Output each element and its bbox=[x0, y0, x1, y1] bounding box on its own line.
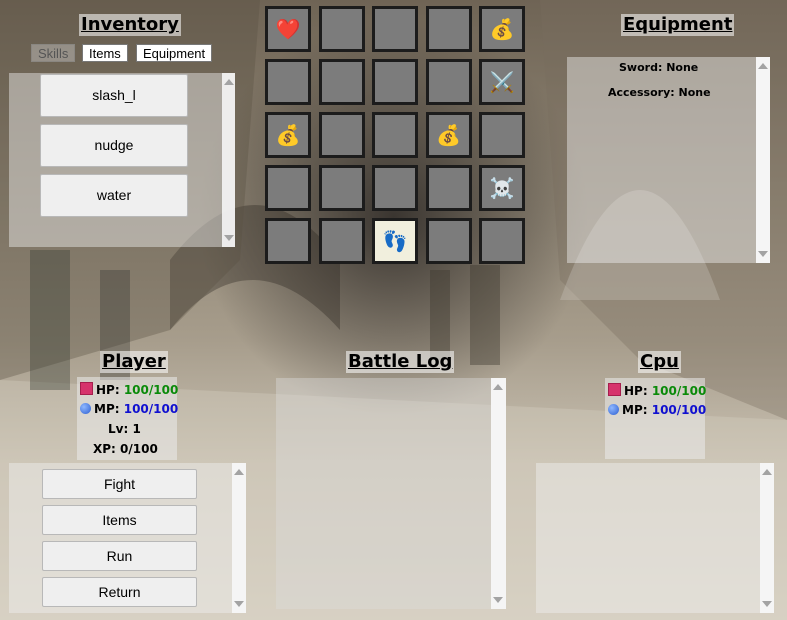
mp-label: MP: bbox=[94, 402, 120, 416]
footprints-icon: 👣 bbox=[382, 229, 408, 253]
mp-icon bbox=[608, 404, 619, 415]
grid-cell[interactable] bbox=[318, 59, 365, 105]
cpu-title: Cpu bbox=[638, 351, 681, 373]
hp-label: HP: bbox=[624, 384, 648, 398]
mp-icon bbox=[80, 403, 91, 414]
sword-label: Sword: bbox=[619, 61, 663, 74]
grid-cell[interactable] bbox=[318, 6, 365, 52]
scroll-up-icon[interactable] bbox=[493, 384, 503, 390]
xp-label: XP: bbox=[93, 442, 116, 456]
scroll-down-icon[interactable] bbox=[762, 601, 772, 607]
player-xp: XP: 0/100 bbox=[93, 442, 158, 456]
sword-row: Sword: None bbox=[619, 61, 698, 74]
grid-cell[interactable]: 💰 bbox=[265, 112, 311, 158]
scroll-up-icon[interactable] bbox=[762, 469, 772, 475]
money-bag-icon: 💰 bbox=[436, 123, 461, 147]
grid-cell[interactable] bbox=[318, 112, 365, 158]
player-level: Lv: 1 bbox=[108, 422, 141, 436]
skill-button[interactable]: nudge bbox=[40, 124, 188, 167]
grid-cell[interactable] bbox=[318, 165, 365, 211]
hp-icon bbox=[80, 382, 93, 395]
cpu-mp: MP: 100/100 bbox=[608, 403, 706, 417]
scroll-up-icon[interactable] bbox=[224, 79, 234, 85]
accessory-row: Accessory: None bbox=[608, 86, 711, 99]
cpu-scrollbar[interactable] bbox=[760, 463, 774, 613]
fight-button[interactable]: Fight bbox=[42, 469, 197, 499]
skills-scrollbar[interactable] bbox=[222, 73, 235, 247]
tab-equipment[interactable]: Equipment bbox=[136, 44, 213, 62]
tab-skills[interactable]: Skills bbox=[31, 44, 76, 62]
grid-cell[interactable] bbox=[372, 6, 418, 52]
hp-icon bbox=[608, 383, 621, 396]
grid-cell[interactable] bbox=[372, 165, 418, 211]
grid-cell[interactable]: ❤️ bbox=[265, 6, 311, 52]
mp-label: MP: bbox=[622, 403, 648, 417]
grid-cell[interactable] bbox=[372, 112, 418, 158]
scroll-up-icon[interactable] bbox=[758, 63, 768, 69]
grid-cell[interactable] bbox=[479, 112, 525, 158]
player-hp: HP: 100/100 bbox=[80, 382, 178, 397]
skull-crossbones-icon: ☠️ bbox=[489, 176, 515, 200]
hp-label: HP: bbox=[96, 383, 120, 397]
battle-log-panel bbox=[276, 378, 506, 609]
scroll-up-icon[interactable] bbox=[234, 469, 244, 475]
mp-value: 100/100 bbox=[651, 403, 707, 417]
grid-cell[interactable] bbox=[318, 218, 365, 264]
skills-list[interactable]: slash_l nudge water bbox=[9, 73, 235, 247]
cpu-stats: HP: 100/100 MP: 100/100 bbox=[605, 378, 706, 459]
grid-cell[interactable]: 👣 bbox=[372, 218, 418, 264]
scroll-down-icon[interactable] bbox=[758, 251, 768, 257]
hp-value: 100/100 bbox=[123, 383, 179, 397]
player-stats: HP: 100/100 MP: 100/100 Lv: 1 XP: 0/100 bbox=[77, 377, 178, 460]
equipment-panel: Sword: None Accessory: None bbox=[567, 57, 770, 263]
grid-cell[interactable] bbox=[425, 59, 472, 105]
grid-cell[interactable] bbox=[265, 218, 311, 264]
mp-value: 100/100 bbox=[123, 402, 179, 416]
inventory-title: Inventory bbox=[79, 14, 181, 36]
grid-cell[interactable]: 💰 bbox=[479, 6, 525, 52]
hp-value: 100/100 bbox=[651, 384, 707, 398]
scroll-down-icon[interactable] bbox=[234, 601, 244, 607]
player-mp: MP: 100/100 bbox=[80, 402, 178, 416]
skill-button[interactable]: slash_l bbox=[40, 74, 188, 117]
grid-cell[interactable] bbox=[265, 59, 311, 105]
heart-icon: ❤️ bbox=[275, 17, 301, 41]
run-button[interactable]: Run bbox=[42, 541, 197, 571]
xp-value: 0/100 bbox=[120, 442, 158, 456]
sword-value: None bbox=[666, 61, 699, 74]
grid-cell[interactable] bbox=[425, 6, 472, 52]
items-button[interactable]: Items bbox=[42, 505, 197, 535]
skill-button[interactable]: water bbox=[40, 174, 188, 217]
equipment-title: Equipment bbox=[621, 14, 735, 36]
grid-cell[interactable] bbox=[425, 165, 472, 211]
lv-label: Lv: bbox=[108, 422, 129, 436]
money-bag-icon: 💰 bbox=[489, 17, 515, 41]
equipment-scrollbar[interactable] bbox=[756, 57, 770, 263]
battle-log-scrollbar[interactable] bbox=[491, 378, 506, 609]
grid-cell[interactable] bbox=[479, 218, 525, 264]
lv-value: 1 bbox=[132, 422, 141, 436]
grid-cell[interactable] bbox=[425, 218, 472, 264]
return-button[interactable]: Return bbox=[42, 577, 197, 607]
grid-cell[interactable]: ⚔️ bbox=[479, 59, 525, 105]
player-actions: Fight Items Run Return bbox=[9, 463, 246, 613]
money-bag-icon: 💰 bbox=[275, 123, 301, 147]
cpu-panel bbox=[536, 463, 774, 613]
grid-cell[interactable]: ☠️ bbox=[479, 165, 525, 211]
cpu-hp: HP: 100/100 bbox=[608, 383, 706, 398]
tab-items[interactable]: Items bbox=[82, 44, 128, 62]
accessory-value: None bbox=[678, 86, 711, 99]
crossed-swords-icon: ⚔️ bbox=[489, 70, 515, 94]
actions-scrollbar[interactable] bbox=[232, 463, 246, 613]
scroll-down-icon[interactable] bbox=[493, 597, 503, 603]
scroll-down-icon[interactable] bbox=[224, 235, 234, 241]
battle-log-title: Battle Log bbox=[346, 351, 455, 373]
grid-cell[interactable] bbox=[372, 59, 418, 105]
grid-cell[interactable] bbox=[265, 165, 311, 211]
grid-cell[interactable]: 💰 bbox=[425, 112, 472, 158]
player-title: Player bbox=[100, 351, 168, 373]
accessory-label: Accessory: bbox=[608, 86, 675, 99]
